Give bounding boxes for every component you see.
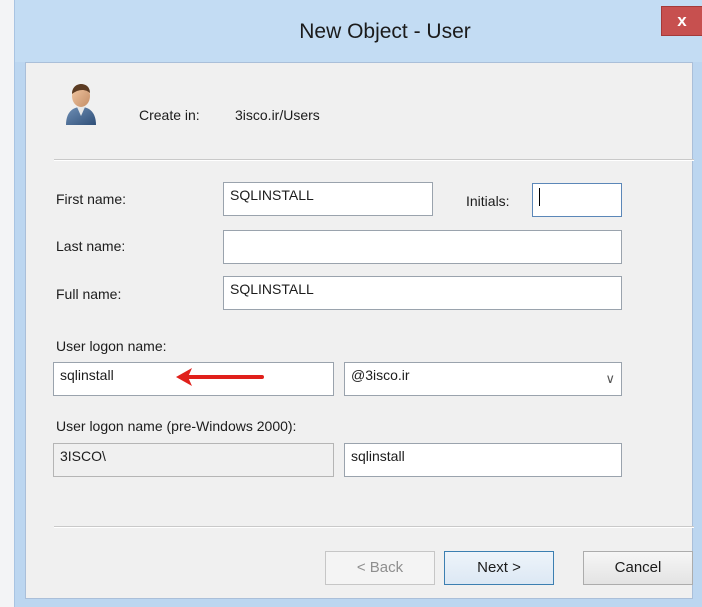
background-strip <box>0 0 14 607</box>
pre2000-name-value: sqlinstall <box>351 448 405 464</box>
next-button[interactable]: Next > <box>444 551 554 585</box>
domain-suffix-select[interactable]: @3isco.ir ∨ <box>344 362 622 396</box>
first-name-label: First name: <box>56 191 127 207</box>
annotation-arrow <box>176 368 264 386</box>
domain-suffix-value: @3isco.ir <box>351 367 410 383</box>
create-in-label: Create in: <box>139 107 200 123</box>
pre2000-name-field[interactable]: sqlinstall <box>344 443 622 477</box>
pre2000-label: User logon name (pre-Windows 2000): <box>56 418 297 434</box>
back-button[interactable]: < Back <box>325 551 435 585</box>
create-in-value: 3isco.ir/Users <box>235 107 320 123</box>
full-name-label: Full name: <box>56 286 122 302</box>
close-icon: x <box>677 11 687 30</box>
cancel-button[interactable]: Cancel <box>583 551 693 585</box>
pre2000-domain-value: 3ISCO\ <box>60 448 106 464</box>
title-bar[interactable]: New Object - User x <box>15 0 702 62</box>
logon-name-value: sqlinstall <box>60 367 114 383</box>
full-name-field[interactable]: SQLINSTALL <box>223 276 622 310</box>
initials-field[interactable] <box>532 183 622 217</box>
close-button[interactable]: x <box>661 6 702 36</box>
initials-label: Initials: <box>466 193 510 209</box>
chevron-down-icon: ∨ <box>605 371 615 386</box>
first-name-field[interactable]: SQLINSTALL <box>223 182 433 216</box>
dialog-window: New Object - User x Create in: 3isco.ir/… <box>14 0 702 607</box>
bottom-separator <box>54 526 694 528</box>
screenshot-page: New Object - User x Create in: 3isco.ir/… <box>0 0 702 607</box>
text-cursor <box>539 188 540 207</box>
user-icon <box>66 84 96 125</box>
dialog-client-area: Create in: 3isco.ir/Users First name: SQ… <box>25 62 694 599</box>
full-name-value: SQLINSTALL <box>230 281 314 297</box>
pre2000-domain-field: 3ISCO\ <box>53 443 334 477</box>
first-name-value: SQLINSTALL <box>230 187 314 203</box>
last-name-label: Last name: <box>56 238 126 254</box>
window-title: New Object - User <box>299 20 471 43</box>
last-name-field[interactable] <box>223 230 622 264</box>
logon-name-label: User logon name: <box>56 338 167 354</box>
top-separator <box>54 159 694 161</box>
